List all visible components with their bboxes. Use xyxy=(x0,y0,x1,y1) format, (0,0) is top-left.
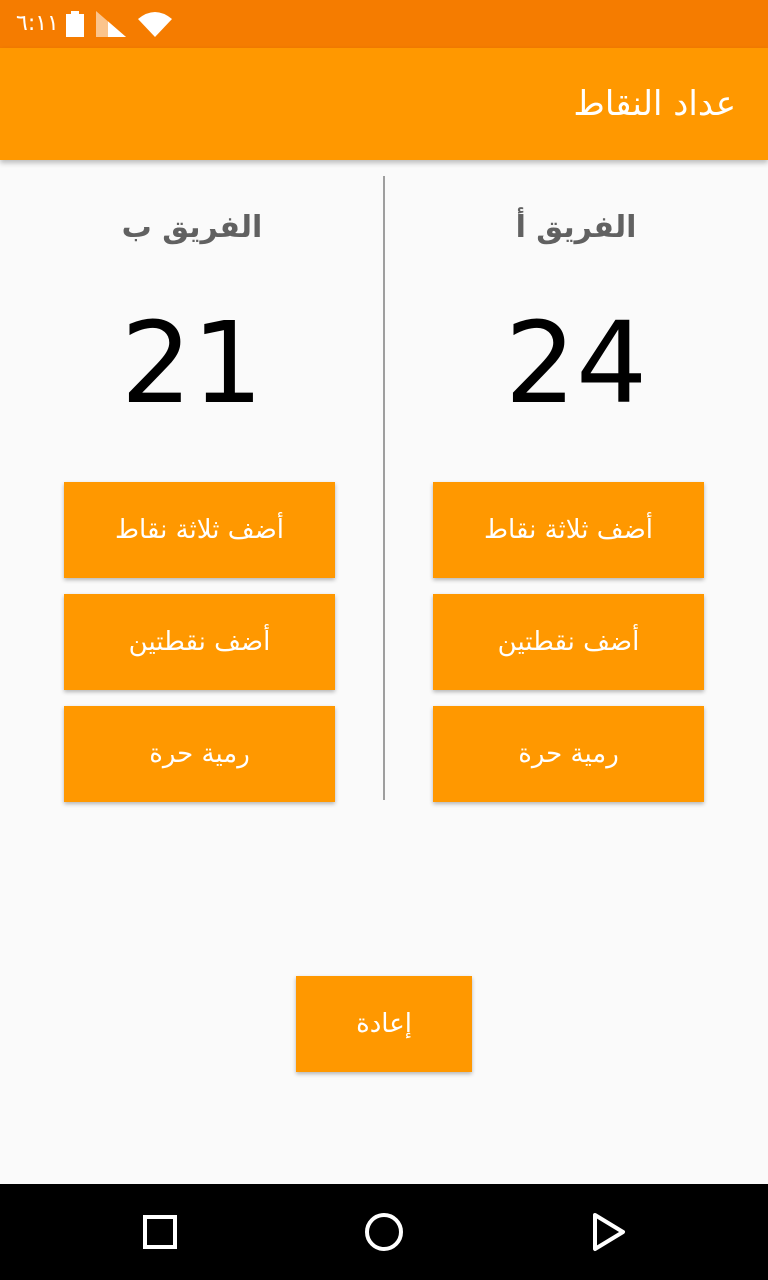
recents-icon[interactable] xyxy=(136,1212,184,1252)
team-a-free-throw-button[interactable]: رمية حرة xyxy=(433,706,704,802)
column-divider xyxy=(383,176,385,800)
battery-icon xyxy=(66,11,84,37)
navigation-bar xyxy=(0,1184,768,1280)
reset-button[interactable]: إعادة xyxy=(296,976,472,1072)
app-bar: عداد النقاط xyxy=(0,48,768,160)
wifi-icon xyxy=(138,11,172,37)
team-b-free-throw-button[interactable]: رمية حرة xyxy=(64,706,335,802)
status-icons xyxy=(66,10,172,38)
team-a-add-three-button[interactable]: أضف ثلاثة نقاط xyxy=(433,482,704,578)
team-b-name: الفريق ب xyxy=(121,210,263,245)
team-b-add-three-button[interactable]: أضف ثلاثة نقاط xyxy=(64,482,335,578)
app-title: عداد النقاط xyxy=(573,84,736,124)
status-time: ٦:١١ xyxy=(16,11,59,36)
home-icon[interactable] xyxy=(360,1212,408,1252)
team-a-score: 24 xyxy=(504,299,648,429)
team-b-score: 21 xyxy=(120,299,264,429)
team-b-add-two-button[interactable]: أضف نقطتين xyxy=(64,594,335,690)
team-a-add-two-button[interactable]: أضف نقطتين xyxy=(433,594,704,690)
signal-icon xyxy=(96,11,126,37)
team-a-name: الفريق أ xyxy=(515,210,637,245)
back-icon[interactable] xyxy=(584,1212,632,1252)
status-bar: ٦:١١ xyxy=(0,0,768,48)
